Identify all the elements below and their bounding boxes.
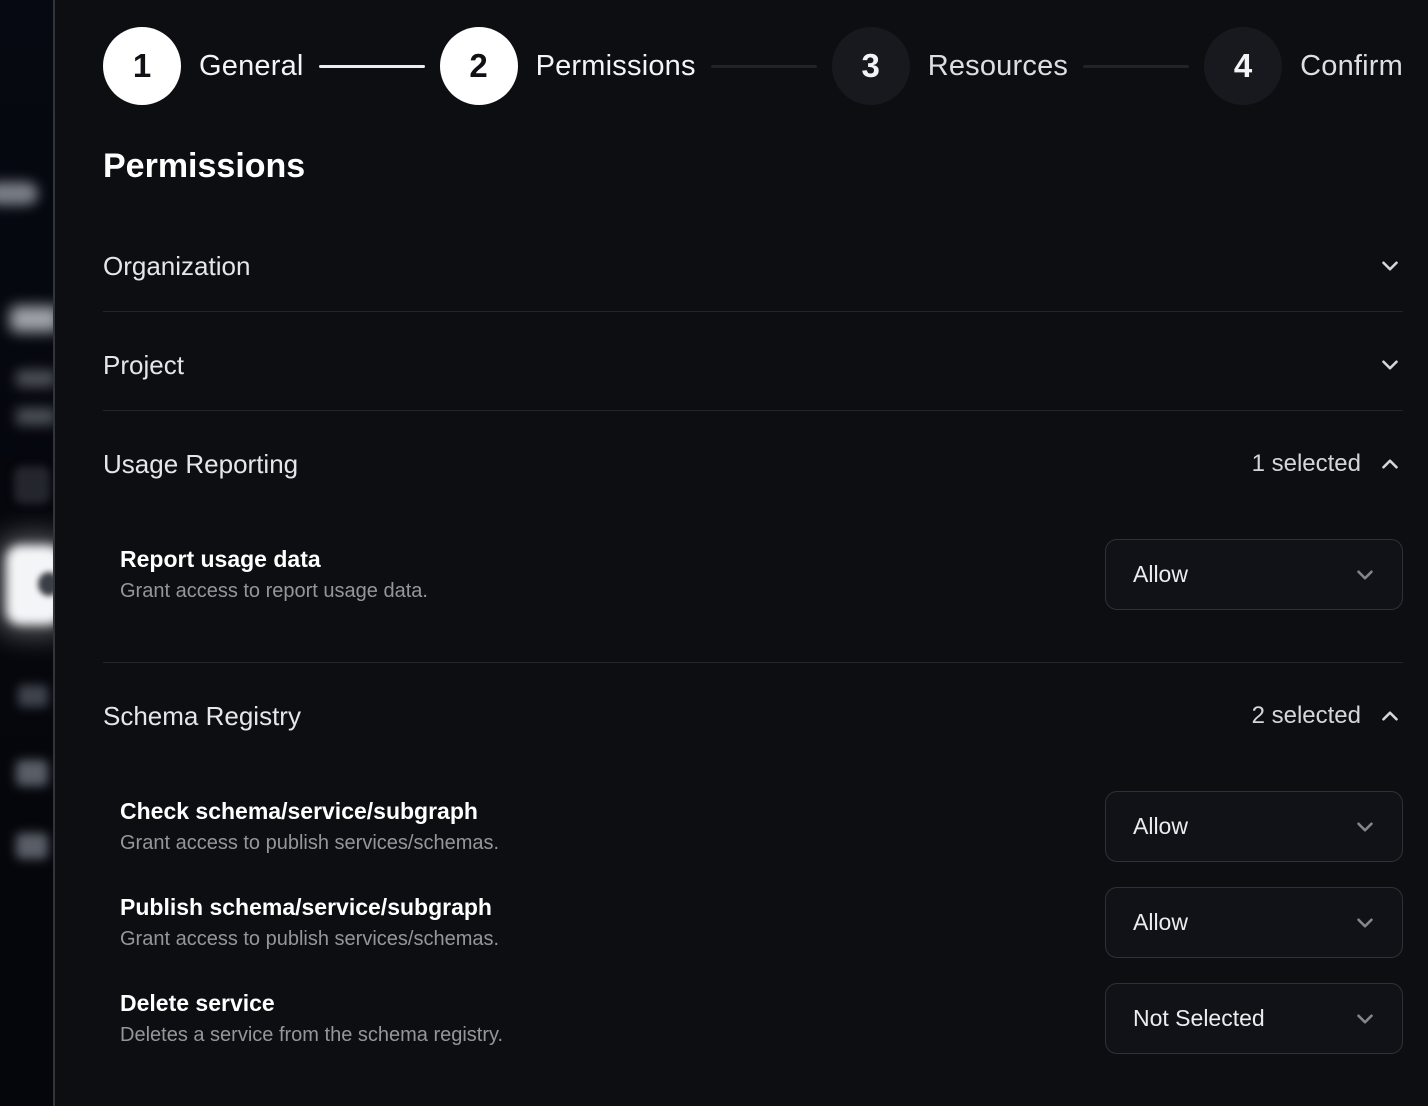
permission-row-publish-schema: Publish schema/service/subgraph Grant ac…	[103, 887, 1403, 958]
select-value: Allow	[1133, 561, 1188, 588]
step-resources-label: Resources	[928, 50, 1068, 83]
permission-select-check-schema[interactable]: Allow	[1105, 791, 1403, 862]
step-confirm-label: Confirm	[1300, 50, 1403, 83]
permission-description: Grant access to publish services/schemas…	[120, 927, 499, 951]
permission-row-check-schema: Check schema/service/subgraph Grant acce…	[103, 791, 1403, 862]
permission-sections: Organization Project Usage Reporting 1 s…	[103, 213, 1403, 1106]
permission-select-publish-schema[interactable]: Allow	[1105, 887, 1403, 958]
page-title: Permissions	[103, 147, 1403, 185]
section-content-usage-reporting: Report usage data Grant access to report…	[103, 509, 1403, 662]
permission-title: Delete service	[120, 990, 503, 1016]
step-confirm[interactable]: 4 Confirm	[1204, 27, 1403, 105]
select-value: Not Selected	[1133, 1005, 1265, 1032]
section-header-usage-reporting[interactable]: Usage Reporting 1 selected	[103, 411, 1403, 509]
step-permissions-label: Permissions	[536, 50, 696, 83]
chevron-down-icon	[1352, 562, 1378, 588]
blurred-tile-glyph	[38, 572, 55, 596]
section-title: Schema Registry	[103, 701, 301, 731]
section-header-project[interactable]: Project	[103, 312, 1403, 410]
chevron-up-icon	[1377, 703, 1403, 729]
blurred-menu-item	[16, 760, 48, 786]
selected-count-badge: 1 selected	[1252, 450, 1361, 478]
blurred-heading-blob	[10, 306, 55, 332]
section-header-schema-registry[interactable]: Schema Registry 2 selected	[103, 663, 1403, 761]
step-confirm-number: 4	[1204, 27, 1282, 105]
permission-title: Publish schema/service/subgraph	[120, 894, 499, 920]
permission-description: Grant access to publish services/schemas…	[120, 831, 499, 855]
blurred-text-blob	[16, 408, 55, 425]
step-connector-done	[319, 65, 425, 68]
chevron-down-icon	[1352, 1006, 1378, 1032]
chevron-down-icon	[1377, 352, 1403, 378]
permission-title: Report usage data	[120, 546, 428, 572]
step-general-label: General	[199, 50, 304, 83]
blurred-text-blob	[16, 370, 55, 387]
select-value: Allow	[1133, 813, 1188, 840]
select-value: Allow	[1133, 909, 1188, 936]
permission-title: Check schema/service/subgraph	[120, 798, 499, 824]
step-resources[interactable]: 3 Resources	[832, 27, 1068, 105]
chevron-down-icon	[1377, 253, 1403, 279]
step-connector-todo	[1083, 65, 1189, 68]
step-connector-todo	[711, 65, 817, 68]
step-resources-number: 3	[832, 27, 910, 105]
permission-description: Grant access to report usage data.	[120, 579, 428, 603]
step-general[interactable]: 1 General	[103, 27, 304, 105]
chevron-down-icon	[1352, 814, 1378, 840]
permission-row-delete-service: Delete service Deletes a service from th…	[103, 983, 1403, 1054]
permission-select-report-usage-data[interactable]: Allow	[1105, 539, 1403, 610]
blurred-nav-pill	[0, 182, 38, 205]
wizard-panel: 1 General 2 Permissions 3 Resources 4 Co…	[55, 0, 1428, 1106]
step-permissions[interactable]: 2 Permissions	[440, 27, 696, 105]
step-permissions-number: 2	[440, 27, 518, 105]
section-title: Project	[103, 350, 184, 380]
blurred-icon-tile	[14, 466, 50, 504]
chevron-up-icon	[1377, 451, 1403, 477]
section-title: Usage Reporting	[103, 449, 298, 479]
section-content-schema-registry: Check schema/service/subgraph Grant acce…	[103, 761, 1403, 1106]
chevron-down-icon	[1352, 910, 1378, 936]
step-general-number: 1	[103, 27, 181, 105]
background-sidebar	[0, 0, 55, 1106]
permission-row-report-usage-data: Report usage data Grant access to report…	[103, 539, 1403, 610]
permission-select-delete-service[interactable]: Not Selected	[1105, 983, 1403, 1054]
wizard-stepper: 1 General 2 Permissions 3 Resources 4 Co…	[103, 27, 1403, 105]
section-header-organization[interactable]: Organization	[103, 213, 1403, 311]
section-title: Organization	[103, 251, 250, 281]
selected-count-badge: 2 selected	[1252, 702, 1361, 730]
blurred-menu-item	[18, 685, 48, 707]
permission-description: Deletes a service from the schema regist…	[120, 1023, 503, 1047]
blurred-menu-item	[16, 833, 48, 859]
